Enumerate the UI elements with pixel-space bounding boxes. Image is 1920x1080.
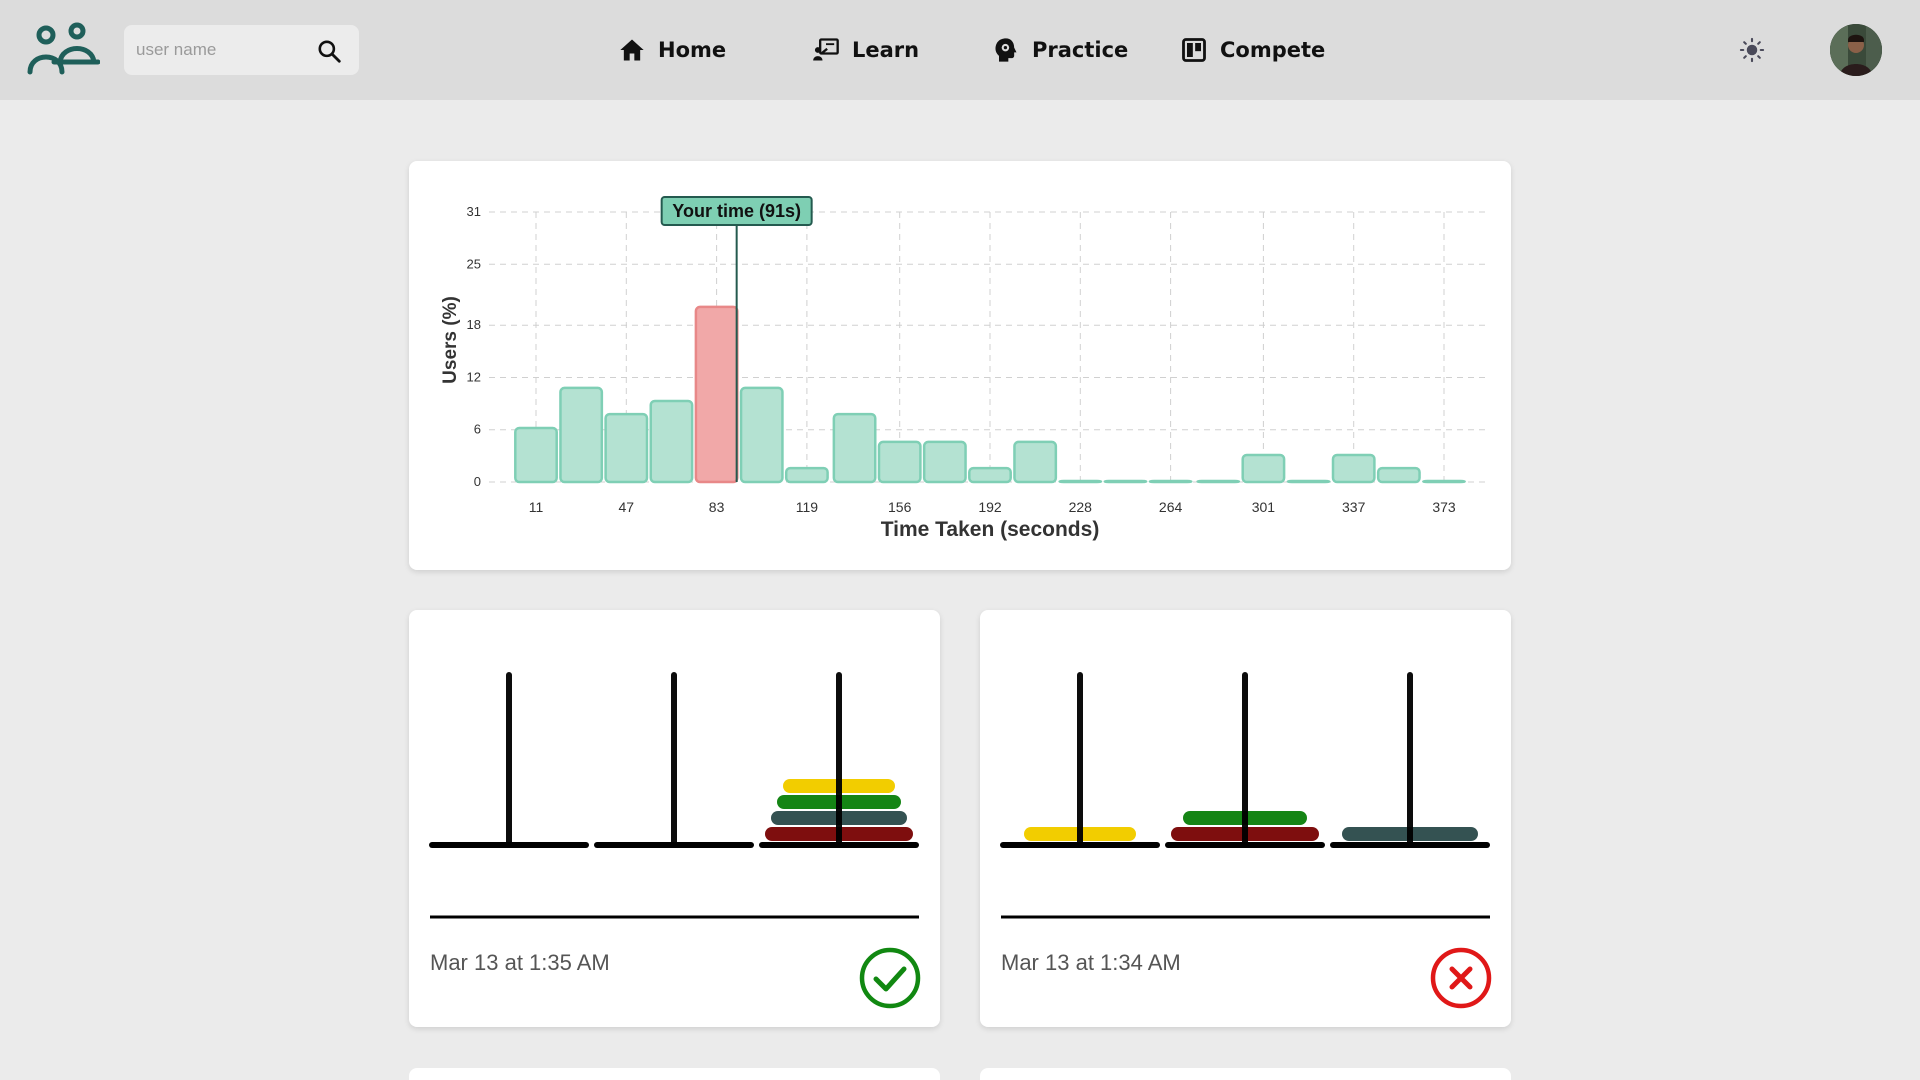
- avatar-photo: [1830, 24, 1882, 76]
- x-tick-label: 83: [709, 499, 725, 515]
- histogram-bar[interactable]: [877, 440, 922, 484]
- histogram-bar[interactable]: [739, 386, 784, 484]
- x-tick-label: 47: [619, 499, 635, 515]
- sun-icon[interactable]: [1738, 36, 1766, 64]
- x-tick-label: 156: [888, 499, 912, 515]
- search-icon[interactable]: [316, 38, 342, 64]
- x-tick-label: 192: [978, 499, 1002, 515]
- histogram-bar[interactable]: [1103, 479, 1148, 484]
- search-input[interactable]: [136, 37, 306, 63]
- check-circle-icon: [859, 947, 921, 1009]
- histogram-bar[interactable]: [604, 412, 649, 484]
- x-axis-label: Time Taken (seconds): [881, 518, 1100, 541]
- y-tick-label: 18: [467, 317, 481, 332]
- histogram-bar[interactable]: [514, 426, 558, 484]
- x-tick-label: 301: [1252, 499, 1276, 515]
- practice-icon: [995, 38, 1017, 62]
- attempt-card[interactable]: Mar 13 at 1:35 AM: [409, 610, 940, 1027]
- nav-compete[interactable]: Compete: [1180, 30, 1325, 70]
- y-tick-label: 31: [467, 204, 481, 219]
- attempt-card[interactable]: [409, 1068, 940, 1080]
- histogram-bar[interactable]: [832, 412, 877, 484]
- hanoi-board: [429, 672, 919, 919]
- x-tick-label: 264: [1159, 499, 1183, 515]
- avatar[interactable]: [1830, 24, 1882, 76]
- nav-compete-label: Compete: [1220, 38, 1326, 62]
- x-tick-label: 337: [1342, 499, 1366, 515]
- histogram-bar[interactable]: [1286, 479, 1331, 484]
- y-axis-label: Users (%): [440, 296, 461, 384]
- top-navbar: Home Learn Practice Compete: [0, 0, 1920, 100]
- histogram-bar[interactable]: [922, 440, 967, 484]
- learn-icon: [813, 38, 839, 61]
- histogram-bar[interactable]: [1241, 453, 1286, 484]
- attempt-date: Mar 13 at 1:34 AM: [1001, 950, 1181, 975]
- y-tick-label: 6: [474, 422, 481, 437]
- time-distribution-chart: 0 6 12 18 25 31 11 47 83 119 156 192 228 264 301 337 373…: [409, 161, 1511, 570]
- search-box: [124, 25, 359, 75]
- hanoi-board: [1000, 672, 1490, 919]
- your-time-marker-label: Your time (91s): [672, 201, 801, 221]
- attempt-card[interactable]: Mar 13 at 1:34 AM: [980, 610, 1511, 1027]
- x-circle-icon: [1430, 947, 1492, 1009]
- histogram-bar[interactable]: [784, 466, 829, 484]
- attempt-card[interactable]: [980, 1068, 1511, 1080]
- y-tick-label: 25: [467, 256, 481, 271]
- x-tick-label: 373: [1432, 499, 1456, 515]
- y-tick-label: 12: [467, 369, 481, 384]
- histogram-bar[interactable]: [1013, 440, 1058, 484]
- histogram-bar[interactable]: [968, 466, 1012, 484]
- nav-learn-label: Learn: [852, 38, 920, 62]
- histogram-bar[interactable]: [1148, 479, 1193, 484]
- nav-home-label: Home: [658, 38, 727, 62]
- attempt-date: Mar 13 at 1:35 AM: [430, 950, 610, 975]
- nav-practice[interactable]: Practice: [992, 30, 1128, 70]
- y-tick-label: 0: [474, 474, 481, 489]
- x-tick-label: 119: [796, 499, 819, 515]
- histogram-bar[interactable]: [649, 399, 694, 484]
- histogram-bar-highlighted[interactable]: [694, 305, 739, 484]
- compete-icon: [1182, 38, 1206, 62]
- histogram-bar[interactable]: [1058, 479, 1103, 484]
- nav-practice-label: Practice: [1032, 38, 1129, 62]
- x-tick-label: 11: [529, 499, 544, 515]
- histogram-svg: 0 6 12 18 25 31 11 47 83 119 156 192 228 264 301 337 373…: [440, 196, 1486, 541]
- x-tick-label: 228: [1069, 499, 1093, 515]
- nav-learn[interactable]: Learn: [812, 30, 919, 70]
- histogram-bar[interactable]: [1196, 479, 1241, 484]
- histogram-bar[interactable]: [1376, 466, 1421, 484]
- histogram-bar[interactable]: [559, 386, 604, 484]
- home-icon: [620, 39, 644, 61]
- nav-home[interactable]: Home: [618, 30, 726, 70]
- histogram-bar[interactable]: [1422, 479, 1466, 484]
- histogram-bar[interactable]: [1331, 453, 1376, 484]
- people-logo-icon[interactable]: [24, 22, 100, 78]
